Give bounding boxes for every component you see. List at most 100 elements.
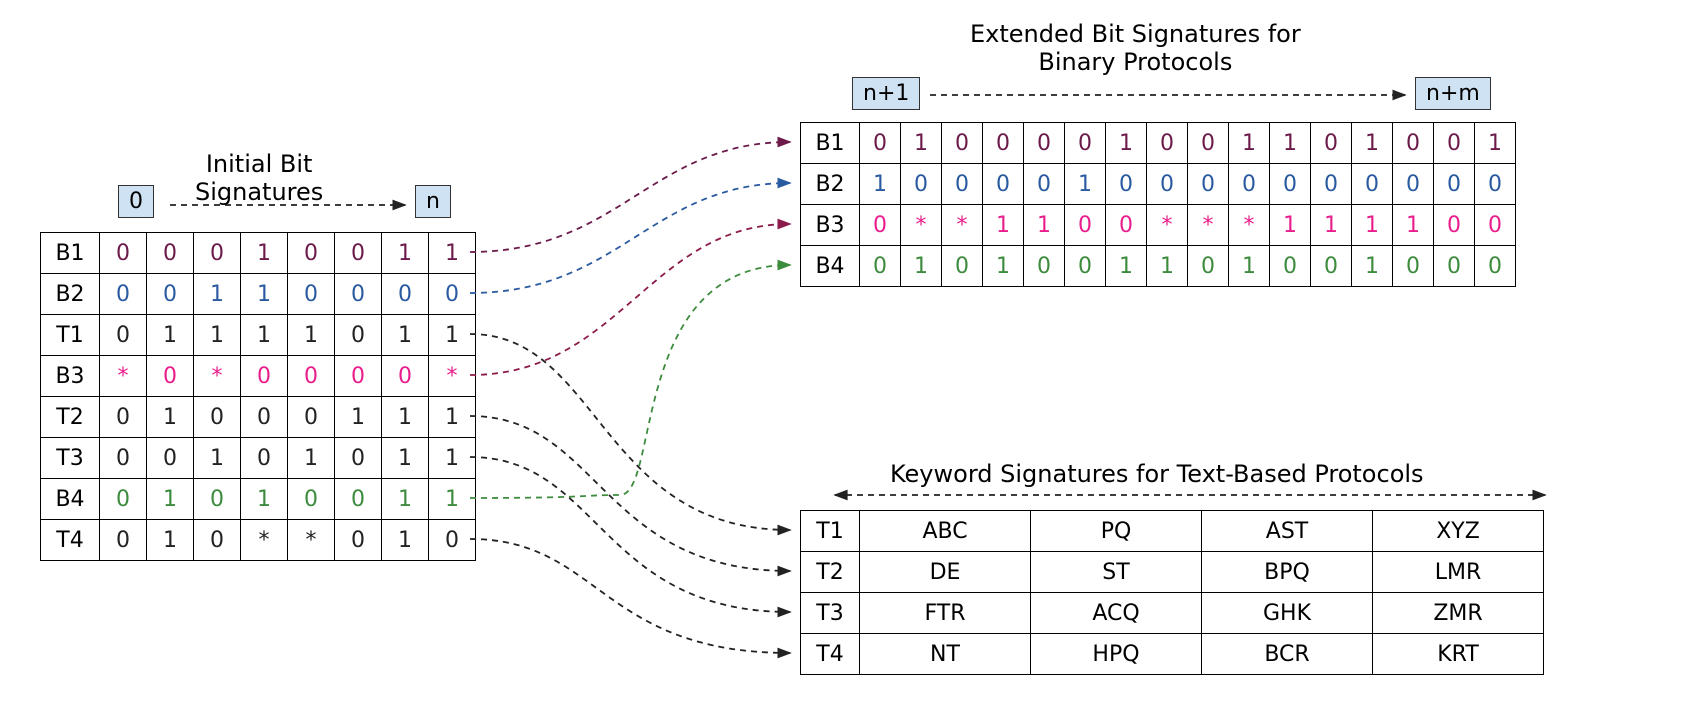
bit-cell: 1 <box>983 205 1024 246</box>
bit-cell: 0 <box>194 520 241 561</box>
bit-cell: 1 <box>1106 123 1147 164</box>
bit-cell: * <box>1188 205 1229 246</box>
bit-cell: 0 <box>100 397 147 438</box>
bit-cell: 0 <box>1188 123 1229 164</box>
bit-cell: 1 <box>429 315 476 356</box>
bit-cell: 0 <box>1311 164 1352 205</box>
keyword-cell: LMR <box>1373 552 1544 593</box>
bit-cell: 0 <box>942 164 983 205</box>
row-label: T1 <box>801 511 860 552</box>
bit-cell: 1 <box>429 397 476 438</box>
bit-cell: 0 <box>1065 123 1106 164</box>
bit-cell: 1 <box>382 438 429 479</box>
initial-bit-signatures-table: B100010011B200110000T101111011B3*0*0000*… <box>40 232 476 561</box>
bit-cell: 0 <box>1024 164 1065 205</box>
bit-cell: 0 <box>1434 205 1475 246</box>
bit-cell: 0 <box>288 479 335 520</box>
bit-cell: 1 <box>382 315 429 356</box>
bit-cell: 0 <box>1270 246 1311 287</box>
bit-cell: 0 <box>100 520 147 561</box>
bit-cell: 0 <box>1434 164 1475 205</box>
keyword-cell: BPQ <box>1202 552 1373 593</box>
bit-cell: 0 <box>1352 164 1393 205</box>
bit-cell: 0 <box>1270 164 1311 205</box>
bit-cell: * <box>429 356 476 397</box>
bit-cell: 0 <box>1475 205 1516 246</box>
bit-cell: 0 <box>382 274 429 315</box>
bit-cell: 0 <box>1065 246 1106 287</box>
bit-cell: 0 <box>100 315 147 356</box>
bit-cell: 0 <box>241 438 288 479</box>
row-label: B1 <box>801 123 860 164</box>
bit-cell: 1 <box>901 246 942 287</box>
bit-cell: 0 <box>100 479 147 520</box>
bit-cell: 0 <box>1188 164 1229 205</box>
keyword-title: Keyword Signatures for Text-Based Protoc… <box>890 460 1424 488</box>
bit-cell: 1 <box>1229 123 1270 164</box>
label-nplus1: n+1 <box>852 77 920 110</box>
keyword-cell: NT <box>860 634 1031 675</box>
bit-cell: 0 <box>1393 123 1434 164</box>
keyword-cell: KRT <box>1373 634 1544 675</box>
bit-cell: 0 <box>382 356 429 397</box>
bit-cell: * <box>241 520 288 561</box>
keyword-cell: FTR <box>860 593 1031 634</box>
bit-cell: 0 <box>335 233 382 274</box>
bit-cell: 1 <box>147 315 194 356</box>
bit-cell: 1 <box>1147 246 1188 287</box>
bit-cell: 0 <box>901 164 942 205</box>
row-label: T2 <box>801 552 860 593</box>
keyword-cell: ACQ <box>1031 593 1202 634</box>
bit-cell: 0 <box>1311 123 1352 164</box>
row-label: B2 <box>801 164 860 205</box>
bit-cell: 0 <box>335 356 382 397</box>
bit-cell: 0 <box>147 274 194 315</box>
bit-cell: 1 <box>288 438 335 479</box>
bit-cell: 0 <box>100 438 147 479</box>
bit-cell: 0 <box>100 233 147 274</box>
bit-cell: 0 <box>1393 246 1434 287</box>
bit-cell: 1 <box>241 315 288 356</box>
bit-cell: 0 <box>1065 205 1106 246</box>
bit-cell: 1 <box>194 274 241 315</box>
bit-cell: 0 <box>1475 164 1516 205</box>
bit-cell: 0 <box>860 246 901 287</box>
bit-cell: 0 <box>335 438 382 479</box>
bit-cell: 0 <box>429 520 476 561</box>
bit-cell: 0 <box>288 356 335 397</box>
row-label: B3 <box>41 356 100 397</box>
bit-cell: 0 <box>335 520 382 561</box>
keyword-cell: ZMR <box>1373 593 1544 634</box>
bit-cell: 0 <box>1147 123 1188 164</box>
bit-cell: 1 <box>194 438 241 479</box>
label-nplusm: n+m <box>1415 77 1491 110</box>
extended-title: Extended Bit Signatures for Binary Proto… <box>970 20 1301 76</box>
bit-cell: 0 <box>194 233 241 274</box>
bit-cell: 1 <box>1475 123 1516 164</box>
bit-cell: 0 <box>1024 123 1065 164</box>
keyword-cell: DE <box>860 552 1031 593</box>
bit-cell: 1 <box>241 479 288 520</box>
bit-cell: * <box>288 520 335 561</box>
bit-cell: 0 <box>983 123 1024 164</box>
bit-cell: 1 <box>1024 205 1065 246</box>
bit-cell: 0 <box>288 397 335 438</box>
label-zero: 0 <box>118 185 154 218</box>
bit-cell: 1 <box>901 123 942 164</box>
bit-cell: 1 <box>1065 164 1106 205</box>
bit-cell: 0 <box>942 123 983 164</box>
row-label: B4 <box>801 246 860 287</box>
bit-cell: 0 <box>194 479 241 520</box>
bit-cell: 0 <box>1434 123 1475 164</box>
bit-cell: 0 <box>1147 164 1188 205</box>
bit-cell: 1 <box>429 233 476 274</box>
bit-cell: * <box>942 205 983 246</box>
bit-cell: 0 <box>1434 246 1475 287</box>
bit-cell: 1 <box>1270 205 1311 246</box>
bit-cell: 0 <box>1188 246 1229 287</box>
bit-cell: 0 <box>147 233 194 274</box>
bit-cell: 0 <box>241 397 288 438</box>
keyword-signatures-table: T1ABCPQASTXYZT2DESTBPQLMRT3FTRACQGHKZMRT… <box>800 510 1544 675</box>
bit-cell: 0 <box>860 123 901 164</box>
bit-cell: 1 <box>429 438 476 479</box>
